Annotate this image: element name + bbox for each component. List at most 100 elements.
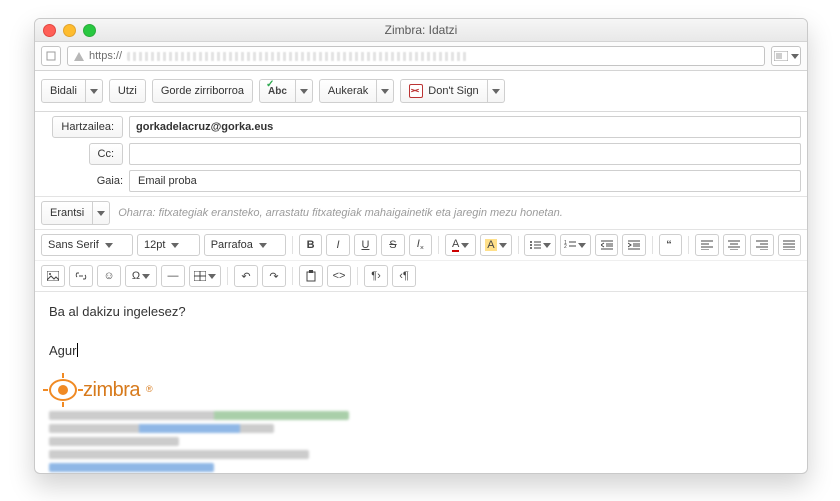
url-field[interactable]: https:// (67, 46, 765, 66)
send-button[interactable]: Bidali (41, 79, 86, 103)
subject-input[interactable] (136, 174, 794, 188)
to-field[interactable]: gorkadelacruz@gorka.eus (129, 116, 801, 138)
message-body[interactable]: Ba al dakizu ingelesez? Agur zimbra® (35, 292, 807, 474)
align-justify-button[interactable] (778, 234, 801, 256)
chevron-down-icon (90, 89, 98, 94)
highlight-color-button[interactable]: A (480, 234, 511, 256)
chevron-down-icon (543, 243, 551, 248)
header-fields: Hartzailea: gorkadelacruz@gorka.eus Cc: … (35, 112, 807, 197)
cancel-button[interactable]: Utzi (109, 79, 146, 103)
underline-button[interactable]: U (354, 234, 377, 256)
compose-toolbar: Bidali Utzi Gorde zirriborroa ✓Abc Auker… (35, 71, 807, 112)
chevron-down-icon (208, 274, 216, 279)
options-split-button: Aukerak (319, 79, 394, 103)
insert-table-button[interactable] (189, 265, 221, 287)
quote-icon: “ (666, 239, 675, 251)
rtl-icon: ‹¶ (399, 270, 409, 282)
cc-input[interactable] (136, 147, 794, 161)
url-redacted (127, 52, 467, 61)
attach-hint: Oharra: fitxategiak eransteko, arrastatu… (118, 207, 801, 219)
cc-label-button[interactable]: Cc: (89, 143, 124, 165)
send-menu-button[interactable] (86, 79, 103, 103)
undo-button[interactable]: ↶ (234, 265, 258, 287)
spellcheck-split-button: ✓Abc (259, 79, 313, 103)
insert-image-button[interactable] (41, 265, 65, 287)
special-char-button[interactable]: Ω (125, 265, 157, 287)
chevron-down-icon (578, 243, 586, 248)
clear-format-button[interactable]: I× (409, 234, 432, 256)
chevron-down-icon (499, 243, 507, 248)
emoji-button[interactable]: ☺ (97, 265, 121, 287)
bold-button[interactable]: B (299, 234, 322, 256)
chevron-down-icon (97, 211, 105, 216)
outdent-icon (601, 240, 613, 250)
signature-logo: zimbra® (49, 375, 793, 405)
strikethrough-button[interactable]: S (381, 234, 404, 256)
site-identity-button[interactable] (41, 46, 61, 66)
chevron-down-icon (461, 243, 469, 248)
align-center-icon (728, 240, 740, 250)
underline-icon: U (362, 239, 370, 251)
titlebar: Zimbra: Idatzi (35, 19, 807, 42)
editor-toolbar: Sans Serif 12pt Parrafoa B I U S I× A A … (35, 230, 807, 292)
align-center-button[interactable] (723, 234, 746, 256)
url-scheme: https:// (89, 50, 122, 62)
paste-icon (306, 270, 316, 282)
dont-sign-button[interactable]: Don't Sign (400, 79, 487, 103)
save-draft-button[interactable]: Gorde zirriborroa (152, 79, 253, 103)
highlight-icon: A (485, 239, 496, 251)
align-left-button[interactable] (695, 234, 718, 256)
browser-address-bar: https:// (35, 42, 807, 71)
image-icon (47, 271, 59, 281)
security-warning-icon (74, 52, 84, 61)
indent-button[interactable] (622, 234, 645, 256)
block-format-select[interactable]: Parrafoa (204, 234, 286, 256)
bullet-list-button[interactable] (524, 234, 555, 256)
spellcheck-icon: ✓Abc (268, 86, 287, 97)
font-size-select[interactable]: 12pt (137, 234, 200, 256)
paste-button[interactable] (299, 265, 323, 287)
minimize-window-button[interactable] (63, 24, 76, 37)
source-code-button[interactable]: <> (327, 265, 351, 287)
number-list-button[interactable]: 12 (560, 234, 591, 256)
redo-icon: ↷ (269, 270, 278, 283)
subject-field[interactable] (129, 170, 801, 192)
attach-button[interactable]: Erantsi (41, 201, 93, 225)
page-icon (46, 51, 56, 61)
to-label-button[interactable]: Hartzailea: (52, 116, 123, 138)
attach-split-button: Erantsi (41, 201, 110, 225)
zimbra-logo-icon (49, 379, 77, 401)
insert-link-button[interactable] (69, 265, 93, 287)
recipient-chip[interactable]: gorkadelacruz@gorka.eus (136, 121, 273, 133)
attach-menu-button[interactable] (93, 201, 110, 225)
spellcheck-menu-button[interactable] (296, 79, 313, 103)
font-family-select[interactable]: Sans Serif (41, 234, 133, 256)
ol-icon: 12 (564, 240, 576, 250)
zoom-window-button[interactable] (83, 24, 96, 37)
rtl-button[interactable]: ‹¶ (392, 265, 416, 287)
cc-field[interactable] (129, 143, 801, 165)
ltr-icon: ¶› (371, 270, 381, 282)
reader-mode-button[interactable] (771, 46, 801, 66)
italic-button[interactable]: I (326, 234, 349, 256)
omega-icon: Ω (132, 270, 140, 282)
attach-row: Erantsi Oharra: fitxategiak eransteko, a… (35, 197, 807, 230)
table-icon (194, 271, 206, 281)
insert-hr-button[interactable]: — (161, 265, 185, 287)
text-color-button[interactable]: A (445, 234, 476, 256)
outdent-button[interactable] (595, 234, 618, 256)
ltr-button[interactable]: ¶› (364, 265, 388, 287)
sign-menu-button[interactable] (488, 79, 505, 103)
window-title: Zimbra: Idatzi (35, 23, 807, 37)
indent-icon (628, 240, 640, 250)
align-justify-icon (783, 240, 795, 250)
send-split-button: Bidali (41, 79, 103, 103)
blockquote-button[interactable]: “ (659, 234, 682, 256)
clear-format-icon: I× (417, 238, 424, 252)
spellcheck-button[interactable]: ✓Abc (259, 79, 296, 103)
options-menu-button[interactable] (377, 79, 394, 103)
align-right-button[interactable] (750, 234, 773, 256)
close-window-button[interactable] (43, 24, 56, 37)
options-button[interactable]: Aukerak (319, 79, 377, 103)
redo-button[interactable]: ↷ (262, 265, 286, 287)
